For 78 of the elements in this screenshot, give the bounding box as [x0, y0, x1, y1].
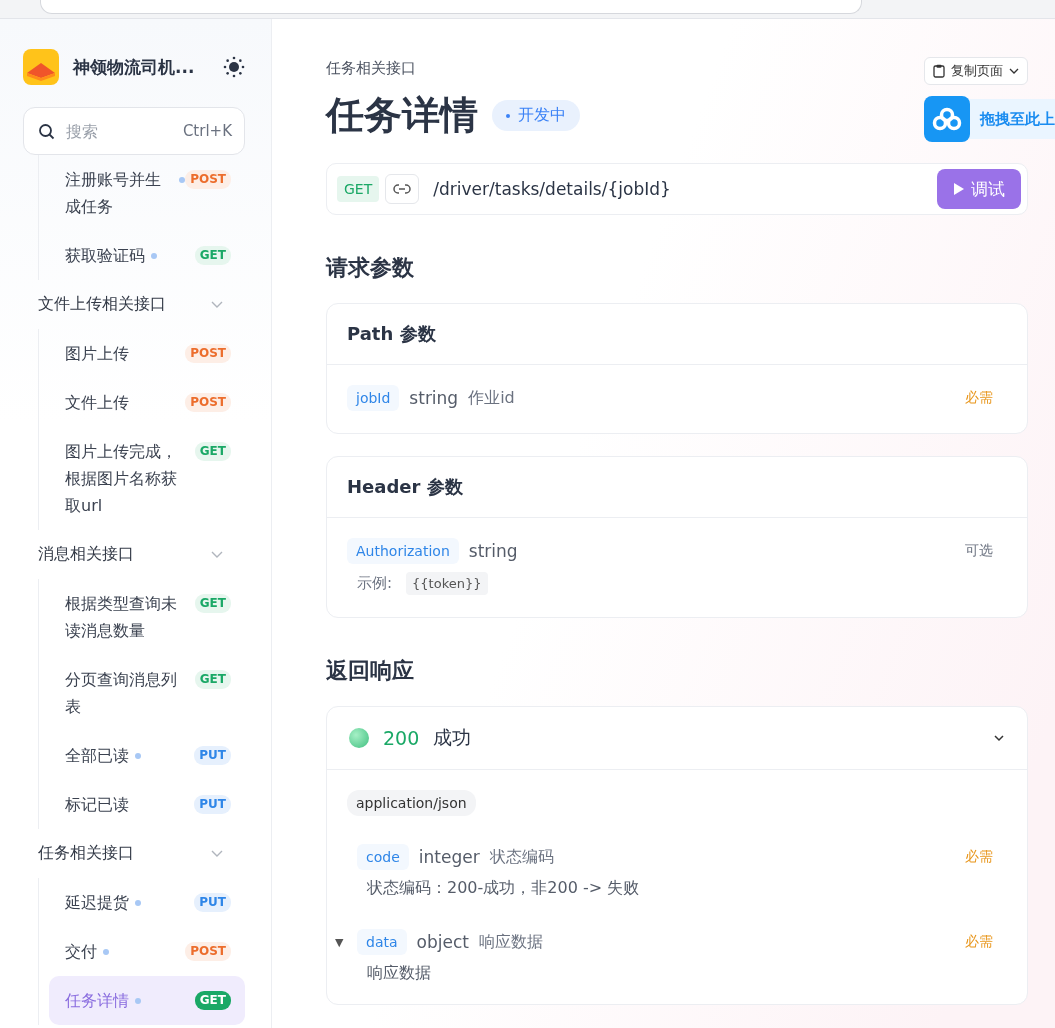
- sidebar-item[interactable]: 分页查询消息列表 GET: [49, 655, 245, 731]
- param-description: 作业id: [468, 387, 515, 409]
- method-badge: POST: [185, 942, 231, 961]
- param-type: string: [409, 388, 459, 408]
- sidebar-item[interactable]: 全部已读 PUT: [49, 731, 245, 780]
- method-badge: PUT: [194, 795, 231, 814]
- sidebar-item[interactable]: 延迟提货 PUT: [49, 878, 245, 927]
- method-badge: GET: [194, 246, 231, 265]
- play-icon: [953, 182, 965, 196]
- folder-item[interactable]: 文件上传相关接口: [38, 280, 245, 329]
- required-label: 必需: [965, 848, 993, 866]
- field-title: 状态编码: [489, 846, 554, 868]
- logo-icon: [23, 49, 59, 85]
- method-badge: POST: [185, 344, 231, 363]
- method-badge: PUT: [194, 893, 231, 912]
- section-heading: 返回响应: [326, 657, 415, 685]
- sidebar-item[interactable]: 图片上传完成，根据图片名称获取url GET: [49, 427, 245, 530]
- example-value: {{token}}: [406, 572, 488, 595]
- param-name: jobId: [347, 385, 400, 411]
- method-badge: GET: [194, 670, 231, 689]
- content-type-tag: application/json: [347, 790, 476, 816]
- field-name: code: [357, 844, 409, 870]
- sun-icon[interactable]: [223, 56, 245, 78]
- method-badge: GET: [194, 991, 231, 1010]
- required-label: 可选: [965, 542, 993, 560]
- folder-item[interactable]: 消息相关接口: [38, 530, 245, 579]
- sidebar-item[interactable]: 任务详情 GET: [49, 976, 245, 1025]
- collapse-toggle[interactable]: [993, 734, 1005, 742]
- method-badge: GET: [194, 442, 231, 461]
- field-note: 响应数据: [367, 963, 432, 984]
- drop-label: 拖拽至此上: [980, 109, 1055, 129]
- shortcut-hint: Ctrl+K: [182, 122, 232, 140]
- method-badge: POST: [185, 170, 231, 189]
- method-badge: PUT: [194, 746, 231, 765]
- chevron-icon: [211, 300, 223, 309]
- section-heading: 请求参数: [326, 254, 415, 282]
- required-label: 必需: [965, 933, 993, 951]
- sidebar-item[interactable]: 图片上传 POST: [49, 329, 245, 378]
- param-name: Authorization: [347, 538, 459, 564]
- method-badge: GET: [194, 594, 231, 613]
- breadcrumb: 任务相关接口: [326, 59, 416, 78]
- chevron-icon: [211, 550, 223, 559]
- endpoint-path: /driver/tasks/details/{jobId}: [433, 179, 672, 199]
- param-type: string: [468, 541, 518, 561]
- clipboard-icon: [933, 64, 945, 78]
- method-badge: GET: [337, 176, 380, 202]
- link-icon: [393, 184, 412, 194]
- debug-button[interactable]: 调试: [937, 169, 1021, 209]
- link-button[interactable]: [385, 174, 420, 204]
- field-type: object: [416, 932, 469, 952]
- copy-page-button[interactable]: 复制页面: [924, 57, 1028, 85]
- expand-toggle[interactable]: ▼: [335, 935, 344, 949]
- sidebar-item[interactable]: 交付 POST: [49, 927, 245, 976]
- search-icon: [38, 122, 55, 140]
- page-title: 任务详情: [326, 92, 478, 139]
- status-badge: 开发中: [492, 100, 580, 131]
- card-title: Header 参数: [347, 475, 463, 499]
- sidebar-item[interactable]: 文件上传 POST: [49, 378, 245, 427]
- example-label: 示例:: [357, 574, 393, 593]
- required-label: 必需: [965, 389, 993, 407]
- method-badge: POST: [185, 393, 231, 412]
- sidebar-item[interactable]: 获取验证码 GET: [49, 231, 245, 280]
- project-name: 神领物流司机...: [73, 55, 196, 79]
- card-title: Path 参数: [347, 322, 436, 346]
- status-indicator: [349, 728, 369, 748]
- status-code: 200: [383, 727, 420, 749]
- field-note: 状态编码：200-成功，非200 -> 失败: [367, 878, 641, 899]
- sidebar-item[interactable]: 根据类型查询未读消息数量 GET: [49, 579, 245, 655]
- field-name: data: [357, 929, 407, 955]
- status-text: 成功: [433, 725, 472, 750]
- field-type: integer: [418, 847, 480, 867]
- caret-icon: [1009, 68, 1019, 74]
- chevron-icon: [211, 849, 223, 858]
- folder-item[interactable]: 任务相关接口: [38, 829, 245, 878]
- sidebar-item[interactable]: 标记已读 PUT: [49, 780, 245, 829]
- cloud-icon: [932, 107, 962, 131]
- field-title: 响应数据: [478, 931, 543, 953]
- sidebar-item[interactable]: 注册账号并生成任务 POST: [49, 155, 245, 231]
